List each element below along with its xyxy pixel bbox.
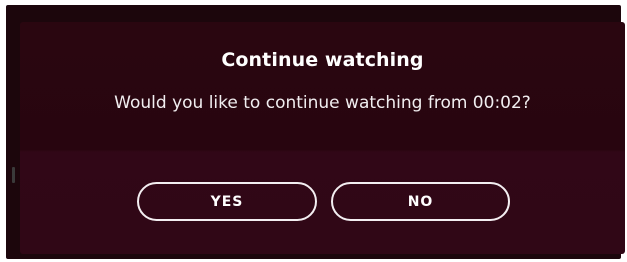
edge-marker bbox=[12, 167, 15, 183]
dialog-title: Continue watching bbox=[221, 49, 424, 71]
continue-watching-dialog: Continue watching Would you like to cont… bbox=[20, 22, 625, 254]
dialog-message: Would you like to continue watching from… bbox=[114, 93, 531, 113]
yes-button[interactable]: YES bbox=[137, 182, 317, 221]
no-button[interactable]: NO bbox=[331, 182, 510, 221]
